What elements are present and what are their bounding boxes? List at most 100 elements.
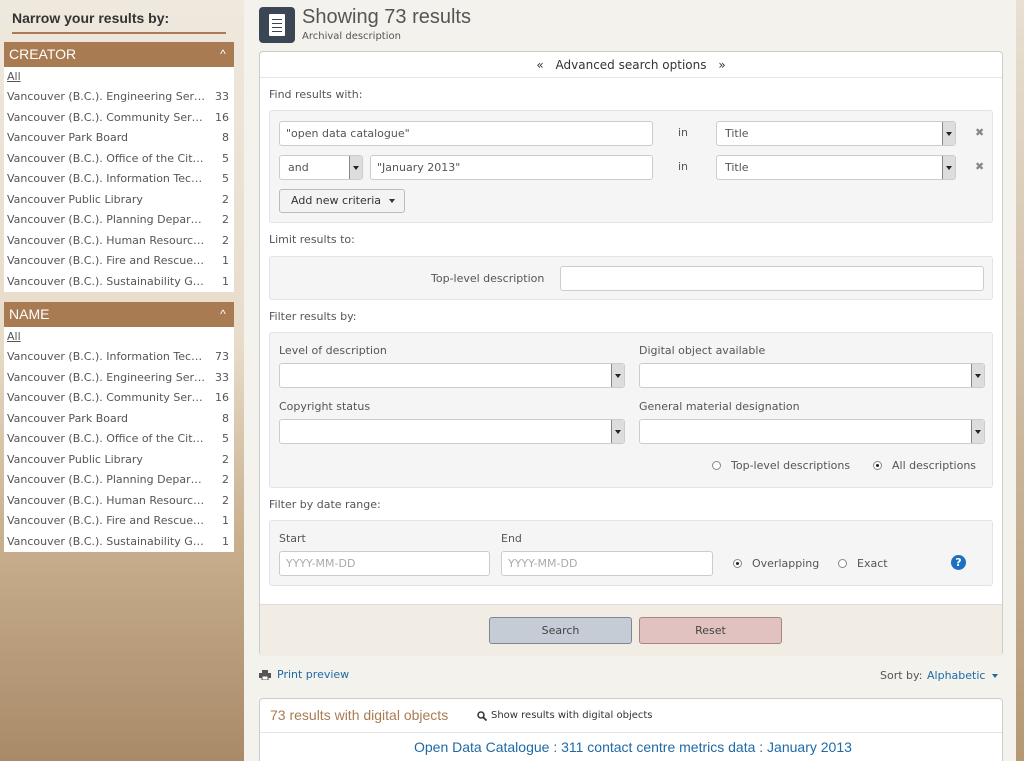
name-facet-item[interactable]: Vancouver (B.C.). Community Services 16: [4, 388, 234, 409]
select-arrow-icon: [971, 364, 984, 387]
facet-creator-header[interactable]: CREATOR ^: [4, 42, 234, 67]
add-new-criteria-button[interactable]: Add new criteria: [279, 189, 405, 213]
creator-facet-item[interactable]: Vancouver (B.C.). Engineering Services 33: [4, 87, 234, 108]
creator-facet-item[interactable]: Vancouver (B.C.). Sustainability Group 1: [4, 272, 234, 293]
facet-name: NAME ^ All Vancouver (B.C.). Information…: [4, 302, 234, 552]
facet-item-count: 8: [222, 411, 229, 425]
name-facet-item[interactable]: Vancouver (B.C.). Sustainability Group 1: [4, 532, 234, 553]
top-level-descriptions-radio[interactable]: Top-level descriptions: [712, 459, 850, 472]
name-facet-item[interactable]: Vancouver (B.C.). Engineering Services 33: [4, 368, 234, 389]
select-arrow-icon: [611, 420, 624, 443]
double-chevron-down-icon: »: [718, 58, 726, 72]
reset-button[interactable]: Reset: [639, 617, 782, 644]
criteria-operator-value-2: and: [288, 161, 309, 174]
radio-selected-icon: [733, 559, 742, 568]
overlapping-radio[interactable]: Overlapping: [733, 557, 819, 570]
start-date-input[interactable]: YYYY-MM-DD: [279, 551, 490, 576]
remove-criteria-icon[interactable]: ✖: [975, 160, 984, 173]
criteria-query-input-2[interactable]: "January 2013": [370, 155, 653, 180]
facet-item-label: Vancouver (B.C.). Sustainability Group: [7, 274, 206, 288]
search-icon: [477, 710, 487, 721]
caret-down-icon[interactable]: [992, 674, 998, 678]
facet-item-count: 5: [222, 172, 229, 185]
top-level-description-input[interactable]: [560, 266, 984, 291]
general-material-designation-select[interactable]: [639, 419, 985, 444]
name-facet-item[interactable]: Vancouver (B.C.). Planning Department 2: [4, 470, 234, 491]
file-thumbnail-icon[interactable]: [290, 746, 374, 761]
facet-item-count: 2: [222, 213, 229, 226]
facet-sidebar: Narrow your results by: CREATOR ^ All Va…: [0, 0, 236, 761]
name-facet-item[interactable]: Vancouver (B.C.). Office of the City Cle…: [4, 429, 234, 450]
facet-name-all-link[interactable]: All: [4, 327, 234, 347]
facet-item-label: Vancouver (B.C.). Community Services: [7, 391, 206, 404]
start-date-label: Start: [279, 532, 306, 545]
search-button[interactable]: Search: [489, 617, 632, 644]
narrow-results-title: Narrow your results by:: [12, 10, 226, 34]
results-header: 73 results with digital objects Show res…: [260, 699, 1002, 733]
facet-item-count: 2: [222, 473, 229, 486]
name-facet-item[interactable]: Vancouver Park Board 8: [4, 409, 234, 430]
name-facet-item[interactable]: Vancouver (B.C.). Fire and Rescue Servic…: [4, 511, 234, 532]
show-digital-objects-link[interactable]: Show results with digital objects: [477, 710, 653, 721]
document-icon: [259, 7, 295, 43]
criteria-well: "open data catalogue" in Title ✖ and "Ja…: [269, 110, 993, 223]
level-of-description-select[interactable]: [279, 363, 625, 388]
chevron-up-icon[interactable]: ^: [212, 42, 234, 67]
facet-name-heading: NAME: [9, 306, 50, 322]
all-descriptions-label: All descriptions: [892, 459, 977, 472]
creator-facet-item[interactable]: Vancouver (B.C.). Fire and Rescue Servic…: [4, 251, 234, 272]
result-title-link[interactable]: Open Data Catalogue : 311 contact centre…: [414, 739, 852, 755]
radio-selected-icon: [873, 461, 882, 470]
advanced-search-panel: « Advanced search options » Find results…: [259, 51, 1003, 656]
advanced-search-toggle[interactable]: « Advanced search options »: [260, 52, 1002, 78]
all-descriptions-radio[interactable]: All descriptions: [873, 459, 976, 472]
facet-name-header[interactable]: NAME ^: [4, 302, 234, 327]
creator-facet-item[interactable]: Vancouver (B.C.). Information Technology…: [4, 169, 234, 190]
caret-down-icon: [389, 199, 396, 203]
sort-by-dropdown[interactable]: Alphabetic: [927, 669, 985, 682]
criteria-field-select-2[interactable]: Title: [716, 155, 956, 180]
creator-facet-item[interactable]: Vancouver (B.C.). Planning Department 2: [4, 210, 234, 231]
exact-label: Exact: [857, 557, 888, 570]
copyright-status-select[interactable]: [279, 419, 625, 444]
name-facet-item[interactable]: Vancouver Public Library 2: [4, 450, 234, 471]
remove-criteria-icon[interactable]: ✖: [975, 126, 984, 139]
filter-by-date-label: Filter by date range:: [269, 498, 381, 511]
creator-facet-item[interactable]: Vancouver (B.C.). Office of the City Cle…: [4, 149, 234, 170]
facet-item-count: 2: [222, 493, 229, 507]
facet-creator-all-link[interactable]: All: [4, 67, 234, 87]
creator-facet-item[interactable]: Vancouver (B.C.). Human Resources 2: [4, 231, 234, 252]
facet-item-count: 16: [215, 391, 229, 404]
radio-icon: [712, 461, 721, 470]
criteria-operator-select-2[interactable]: and: [279, 155, 363, 180]
date-well: Start YYYY-MM-DD End YYYY-MM-DD Overlapp…: [269, 520, 993, 586]
exact-radio[interactable]: Exact: [838, 557, 888, 570]
facet-item-count: 33: [215, 90, 229, 103]
facet-item-count: 2: [222, 233, 229, 247]
digital-object-available-label: Digital object available: [639, 344, 766, 357]
name-facet-item[interactable]: Vancouver (B.C.). Information Technology…: [4, 347, 234, 368]
facet-creator: CREATOR ^ All Vancouver (B.C.). Engineer…: [4, 42, 234, 292]
facet-item-label: Vancouver (B.C.). Engineering Services: [7, 90, 206, 103]
criteria-in-label-2: in: [678, 160, 689, 173]
digital-object-available-select[interactable]: [639, 363, 985, 388]
name-facet-item[interactable]: Vancouver (B.C.). Human Resources 2: [4, 491, 234, 512]
level-of-description-label: Level of description: [279, 344, 387, 357]
chevron-up-icon[interactable]: ^: [212, 302, 234, 327]
criteria-query-input-1[interactable]: "open data catalogue": [279, 121, 653, 146]
creator-facet-item[interactable]: Vancouver Park Board 8: [4, 128, 234, 149]
end-date-input[interactable]: YYYY-MM-DD: [501, 551, 713, 576]
criteria-field-select-1[interactable]: Title: [716, 121, 956, 146]
facet-item-label: Vancouver (B.C.). Information Technology: [7, 172, 206, 185]
facet-item-label: Vancouver (B.C.). Information Technology: [7, 350, 206, 363]
criteria-field-value-2: Title: [725, 161, 749, 174]
print-preview-link[interactable]: Print preview: [259, 668, 349, 681]
facet-item-count: 5: [222, 151, 229, 165]
creator-facet-item[interactable]: Vancouver Public Library 2: [4, 190, 234, 211]
facet-item-count: 16: [215, 110, 229, 124]
help-icon[interactable]: ?: [951, 555, 966, 570]
facet-item-count: 73: [215, 350, 229, 363]
creator-facet-item[interactable]: Vancouver (B.C.). Community Services 16: [4, 108, 234, 129]
facet-item-label: Vancouver (B.C.). Planning Department: [7, 213, 206, 226]
facet-item-count: 8: [222, 131, 229, 144]
